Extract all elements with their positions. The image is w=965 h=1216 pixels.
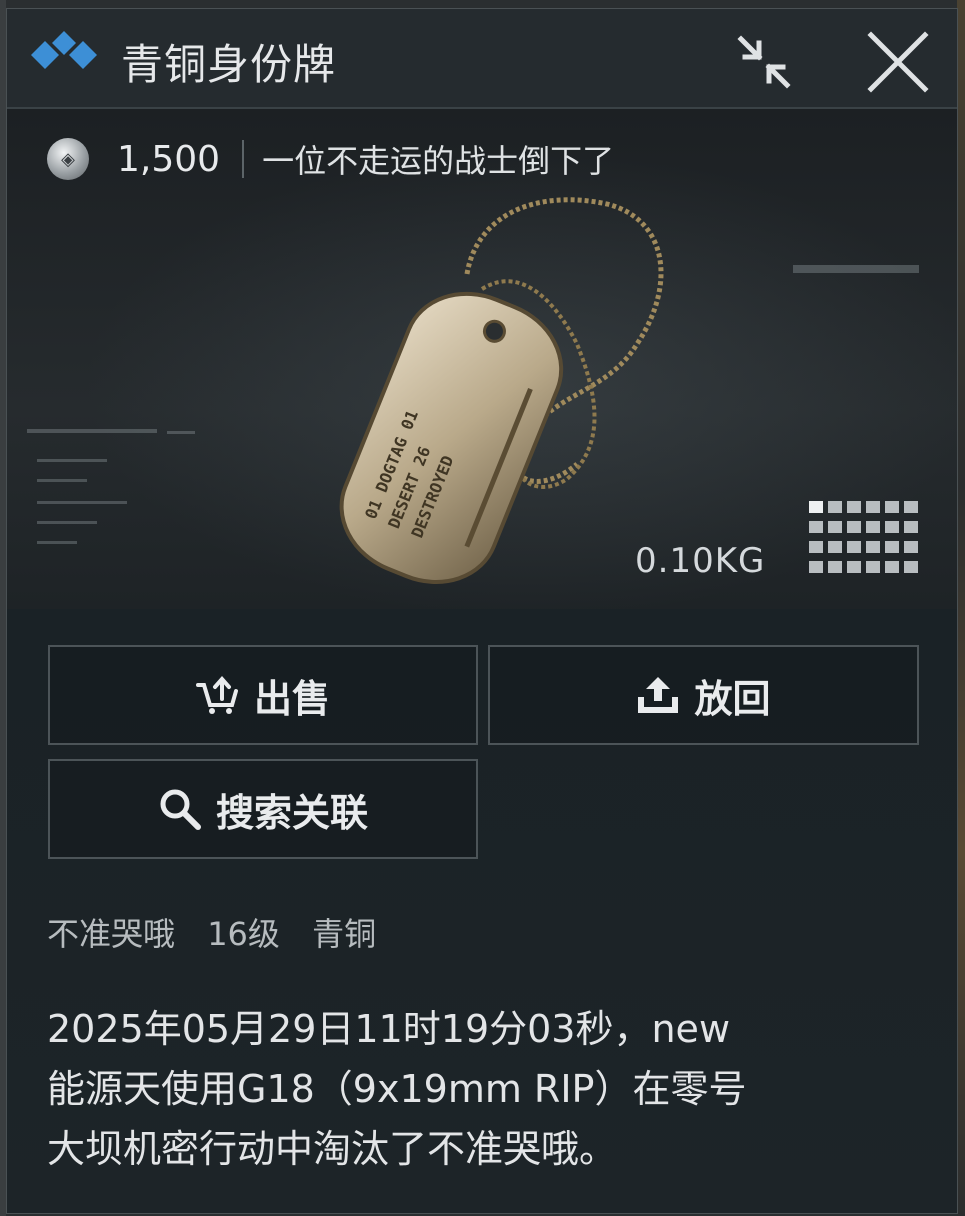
upload-icon (638, 677, 679, 713)
item-price: 1,500 (117, 138, 221, 180)
collapse-arrows-icon[interactable] (733, 31, 795, 93)
dogtag-image: 01 DOGTAG 01 DESERT 26 DESTROYED (339, 197, 664, 584)
item-description: 2025年05月29日11时19分03秒，new 能源天使用G18（9x19mm… (47, 999, 927, 1179)
diamond-logo-icon (31, 31, 97, 69)
title-bar: 青铜身份牌 (7, 9, 957, 109)
search-related-button[interactable]: 搜索关联 (48, 759, 478, 859)
hud-decoration (793, 265, 919, 273)
description-line: 2025年05月29日11时19分03秒，new (47, 1007, 731, 1051)
search-related-button-label: 搜索关联 (215, 790, 368, 835)
item-preview: ◈ 1,500 一位不走运的战士倒下了 01 DOGTAG 01 DESERT … (7, 109, 957, 609)
close-icon[interactable] (865, 29, 931, 95)
grid-size-icon (809, 501, 918, 573)
description-line: 大坝机密行动中淘汰了不准哭哦。 (47, 1127, 618, 1171)
window-title: 青铜身份牌 (121, 40, 337, 89)
owner-name: 不准哭哦 (47, 915, 176, 953)
coin-icon: ◈ (47, 138, 89, 180)
owner-info: 不准哭哦 16级 青铜 (47, 909, 398, 955)
return-button[interactable]: 放回 (488, 645, 919, 745)
price-row: ◈ 1,500 一位不走运的战士倒下了 (47, 137, 614, 181)
sell-button[interactable]: 出售 (48, 645, 478, 745)
return-button-label: 放回 (694, 676, 771, 721)
owner-rank: 青铜 (312, 915, 377, 953)
item-weight: 0.10KG (635, 541, 766, 581)
search-icon (160, 789, 201, 830)
background-edge-right (957, 0, 965, 1216)
hud-decoration (27, 429, 195, 544)
item-slogan: 一位不走运的战士倒下了 (262, 142, 615, 180)
divider (242, 140, 245, 178)
item-detail-panel: 青铜身份牌 ◈ 1,500 一位不走运的战士倒下了 01 DOGTAG 01 D… (6, 8, 958, 1214)
sell-cart-icon (195, 675, 238, 714)
description-line: 能源天使用G18（9x19mm RIP）在零号 (47, 1067, 747, 1111)
owner-level: 16级 (207, 915, 280, 953)
sell-button-label: 出售 (253, 676, 330, 721)
